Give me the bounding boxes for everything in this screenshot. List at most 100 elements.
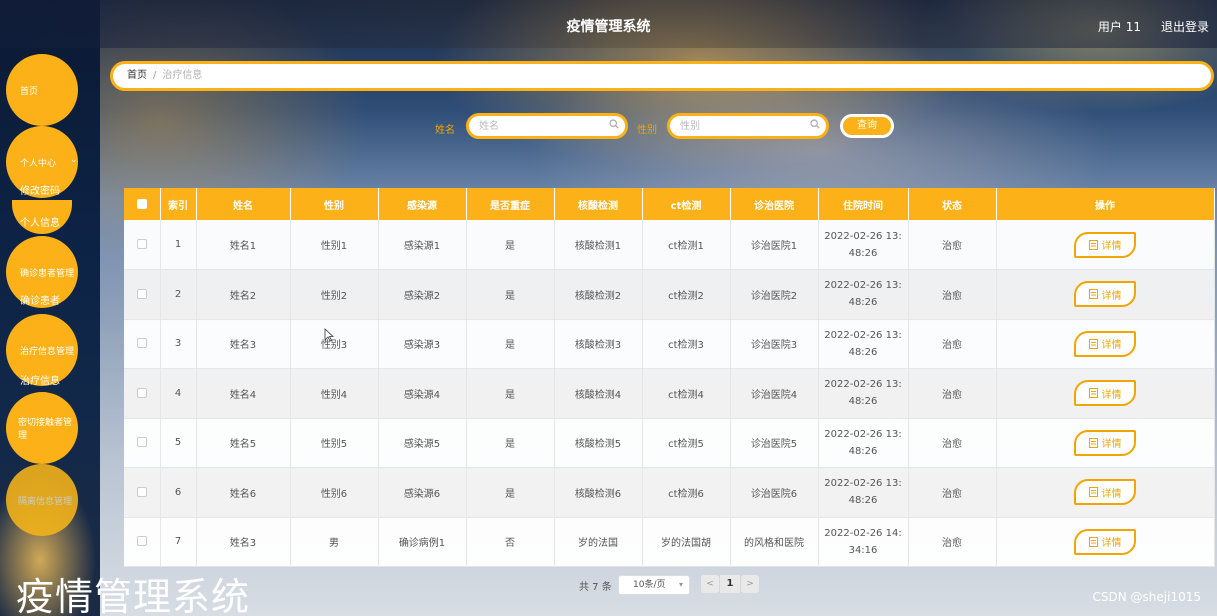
cell-time-date: 2022-02-26 13: xyxy=(824,478,902,490)
cell-name: 姓名1 xyxy=(196,220,291,270)
breadcrumb-separator: / xyxy=(153,70,157,81)
cell-nucleic: 核酸检测5 xyxy=(554,418,643,468)
cell-source: 感染源6 xyxy=(378,467,467,518)
row-checkbox[interactable] xyxy=(136,288,147,299)
sidebar-item-label: 隔离信息管理 xyxy=(18,496,73,507)
cell-time-clock: 34:16 xyxy=(848,544,878,556)
detail-button[interactable]: 详情 xyxy=(1074,330,1136,357)
cell-time-clock: 48:26 xyxy=(848,495,878,507)
sidebar-item-close-contact-mgmt[interactable]: 密切接触者管理 xyxy=(6,392,78,464)
cell-index: 6 xyxy=(160,467,197,518)
breadcrumb-home[interactable]: 首页 xyxy=(127,70,147,81)
document-icon xyxy=(1088,536,1098,547)
cell-time-date: 2022-02-26 14: xyxy=(824,527,902,539)
cell-actions: 详情 xyxy=(996,517,1215,567)
cell-ct: ct检测3 xyxy=(642,319,731,369)
sidebar-item-label: 治疗信息管理 xyxy=(20,347,75,357)
cell-nucleic: 核酸检测2 xyxy=(554,269,643,320)
cell-gender: 性别4 xyxy=(290,368,379,419)
top-header: 疫情管理系统 用户 11 退出登录 xyxy=(0,0,1217,48)
page-size-value: 10条/页 xyxy=(633,580,666,590)
chevron-down-icon: ⌄ xyxy=(70,155,78,165)
cell-severe: 是 xyxy=(466,319,555,369)
cell-ct: 岁的法国胡 xyxy=(642,517,731,567)
cell-status: 治愈 xyxy=(908,418,997,468)
sidebar-item-home[interactable]: 首页 xyxy=(6,54,78,126)
detail-button[interactable]: 详情 xyxy=(1074,528,1136,555)
detail-button[interactable]: 详情 xyxy=(1074,479,1136,506)
detail-button[interactable]: 详情 xyxy=(1074,380,1136,407)
cell-name: 姓名3 xyxy=(196,517,291,567)
query-button[interactable]: 查询 xyxy=(840,114,894,138)
breadcrumb-current: 治疗信息 xyxy=(162,70,203,81)
header-nucleic: 核酸检测 xyxy=(554,188,643,220)
cell-time-clock: 48:26 xyxy=(848,445,878,457)
logout-link[interactable]: 退出登录 xyxy=(1161,18,1209,35)
table-row: 2 姓名2 性别2 感染源2 是 核酸检测2 ct检测2 诊治医院2 2022-… xyxy=(124,269,1215,320)
page-number-button[interactable]: 1 xyxy=(720,575,740,593)
cell-hospital: 诊治医院2 xyxy=(730,269,819,320)
name-search-input[interactable] xyxy=(479,116,609,136)
detail-button[interactable]: 详情 xyxy=(1074,281,1136,308)
sidebar-subitem-personal-info[interactable]: 个人信息 xyxy=(20,214,60,229)
select-all-checkbox[interactable] xyxy=(136,198,147,209)
cell-time: 2022-02-26 13: 48:26 xyxy=(818,467,909,518)
row-checkbox[interactable] xyxy=(136,338,147,349)
table-row: 3 姓名3 性别3 感染源3 是 核酸检测3 ct检测3 诊治医院3 2022-… xyxy=(124,319,1215,369)
cell-gender: 性别2 xyxy=(290,269,379,320)
detail-label: 详情 xyxy=(1101,241,1122,252)
cell-gender: 性别5 xyxy=(290,418,379,468)
cell-source: 感染源1 xyxy=(378,220,467,270)
cell-time-date: 2022-02-26 13: xyxy=(824,379,902,391)
sidebar-item-label: 个人中心 xyxy=(20,159,57,169)
next-page-button[interactable]: > xyxy=(741,575,759,593)
row-checkbox[interactable] xyxy=(136,536,147,547)
cell-name: 姓名5 xyxy=(196,418,291,468)
cell-nucleic: 核酸检测4 xyxy=(554,368,643,419)
header-name: 姓名 xyxy=(196,188,291,220)
sidebar-subitem-confirmed[interactable]: 确诊患者 xyxy=(20,292,60,307)
row-checkbox[interactable] xyxy=(136,239,147,249)
sidebar-item-isolation-mgmt[interactable]: 隔离信息管理 xyxy=(6,464,78,536)
cell-time-date: 2022-02-26 13: xyxy=(824,230,902,242)
breadcrumb: 首页 / 治疗信息 xyxy=(110,61,1214,91)
cell-status: 治愈 xyxy=(908,368,997,419)
mouse-cursor-icon xyxy=(324,328,334,342)
document-icon xyxy=(1088,289,1098,300)
cell-time: 2022-02-26 13: 48:26 xyxy=(818,418,909,468)
detail-button[interactable]: 详情 xyxy=(1074,231,1136,258)
cell-status: 治愈 xyxy=(908,517,997,567)
cell-severe: 是 xyxy=(466,269,555,320)
cell-hospital: 的风格和医院 xyxy=(730,517,819,567)
search-icon xyxy=(810,119,820,129)
table-row: 7 姓名3 男 确诊病例1 否 岁的法国 岁的法国胡 的风格和医院 2022-0… xyxy=(124,517,1215,567)
cell-name: 姓名4 xyxy=(196,368,291,419)
cell-hospital: 诊治医院5 xyxy=(730,418,819,468)
cell-name: 姓名6 xyxy=(196,467,291,518)
cell-index: 7 xyxy=(160,517,197,567)
cell-severe: 是 xyxy=(466,368,555,419)
cell-source: 确诊病例1 xyxy=(378,517,467,567)
name-search-label: 姓名 xyxy=(435,125,455,136)
cell-time-date: 2022-02-26 13: xyxy=(824,280,902,292)
document-icon xyxy=(1088,239,1098,250)
sidebar-subitem-change-password[interactable]: 修改密码 xyxy=(20,182,60,197)
row-checkbox[interactable] xyxy=(136,387,147,398)
gender-search-input[interactable] xyxy=(680,116,810,136)
cell-ct: ct检测2 xyxy=(642,269,731,320)
header-gender: 性别 xyxy=(290,188,379,220)
detail-button[interactable]: 详情 xyxy=(1074,429,1136,456)
page-size-select[interactable]: 10条/页 ▾ xyxy=(618,575,690,595)
row-checkbox[interactable] xyxy=(136,486,147,497)
header-status: 状态 xyxy=(908,188,997,220)
table-row: 6 姓名6 性别6 感染源6 是 核酸检测6 ct检测6 诊治医院6 2022-… xyxy=(124,467,1215,518)
prev-page-button[interactable]: < xyxy=(701,575,719,593)
sidebar-item-label: 首页 xyxy=(20,86,39,97)
sidebar-subitem-treatment[interactable]: 治疗信息 xyxy=(20,372,60,387)
document-icon xyxy=(1088,388,1098,399)
cell-time-clock: 48:26 xyxy=(848,346,878,358)
detail-label: 详情 xyxy=(1101,488,1122,500)
row-checkbox[interactable] xyxy=(136,437,147,448)
header-ct: ct检测 xyxy=(642,188,731,220)
pagination-total: 共 7 条 xyxy=(579,582,612,593)
